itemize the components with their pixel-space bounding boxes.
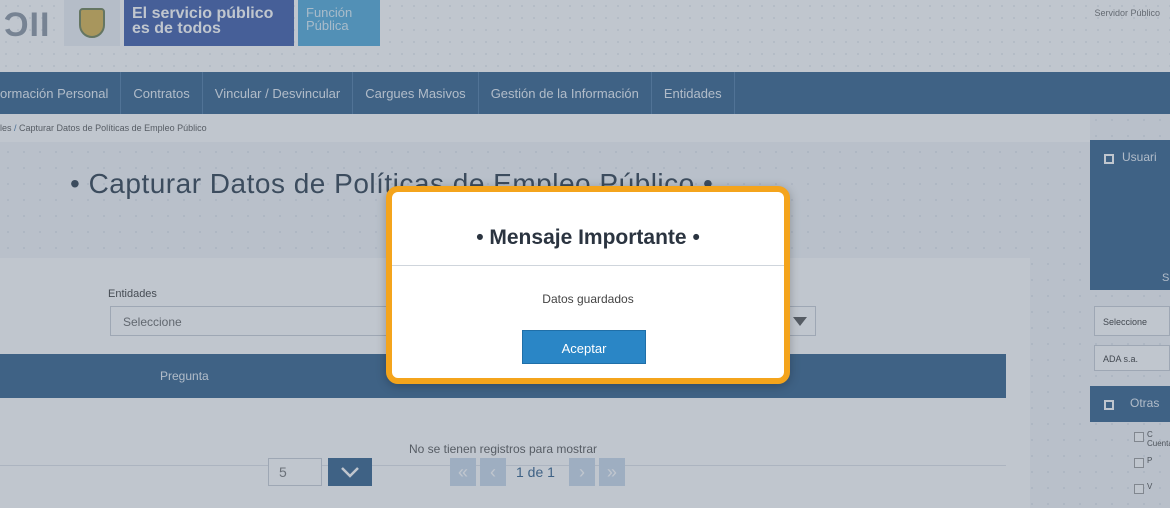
dialog-title: • Mensaje Importante • [392, 192, 784, 266]
dialog-message: Datos guardados [542, 292, 634, 306]
important-message-dialog: • Mensaje Importante • Datos guardados A… [386, 186, 790, 384]
page-background: ƆII El servicio público es de todos Func… [0, 0, 1170, 508]
accept-button[interactable]: Aceptar [522, 330, 646, 364]
